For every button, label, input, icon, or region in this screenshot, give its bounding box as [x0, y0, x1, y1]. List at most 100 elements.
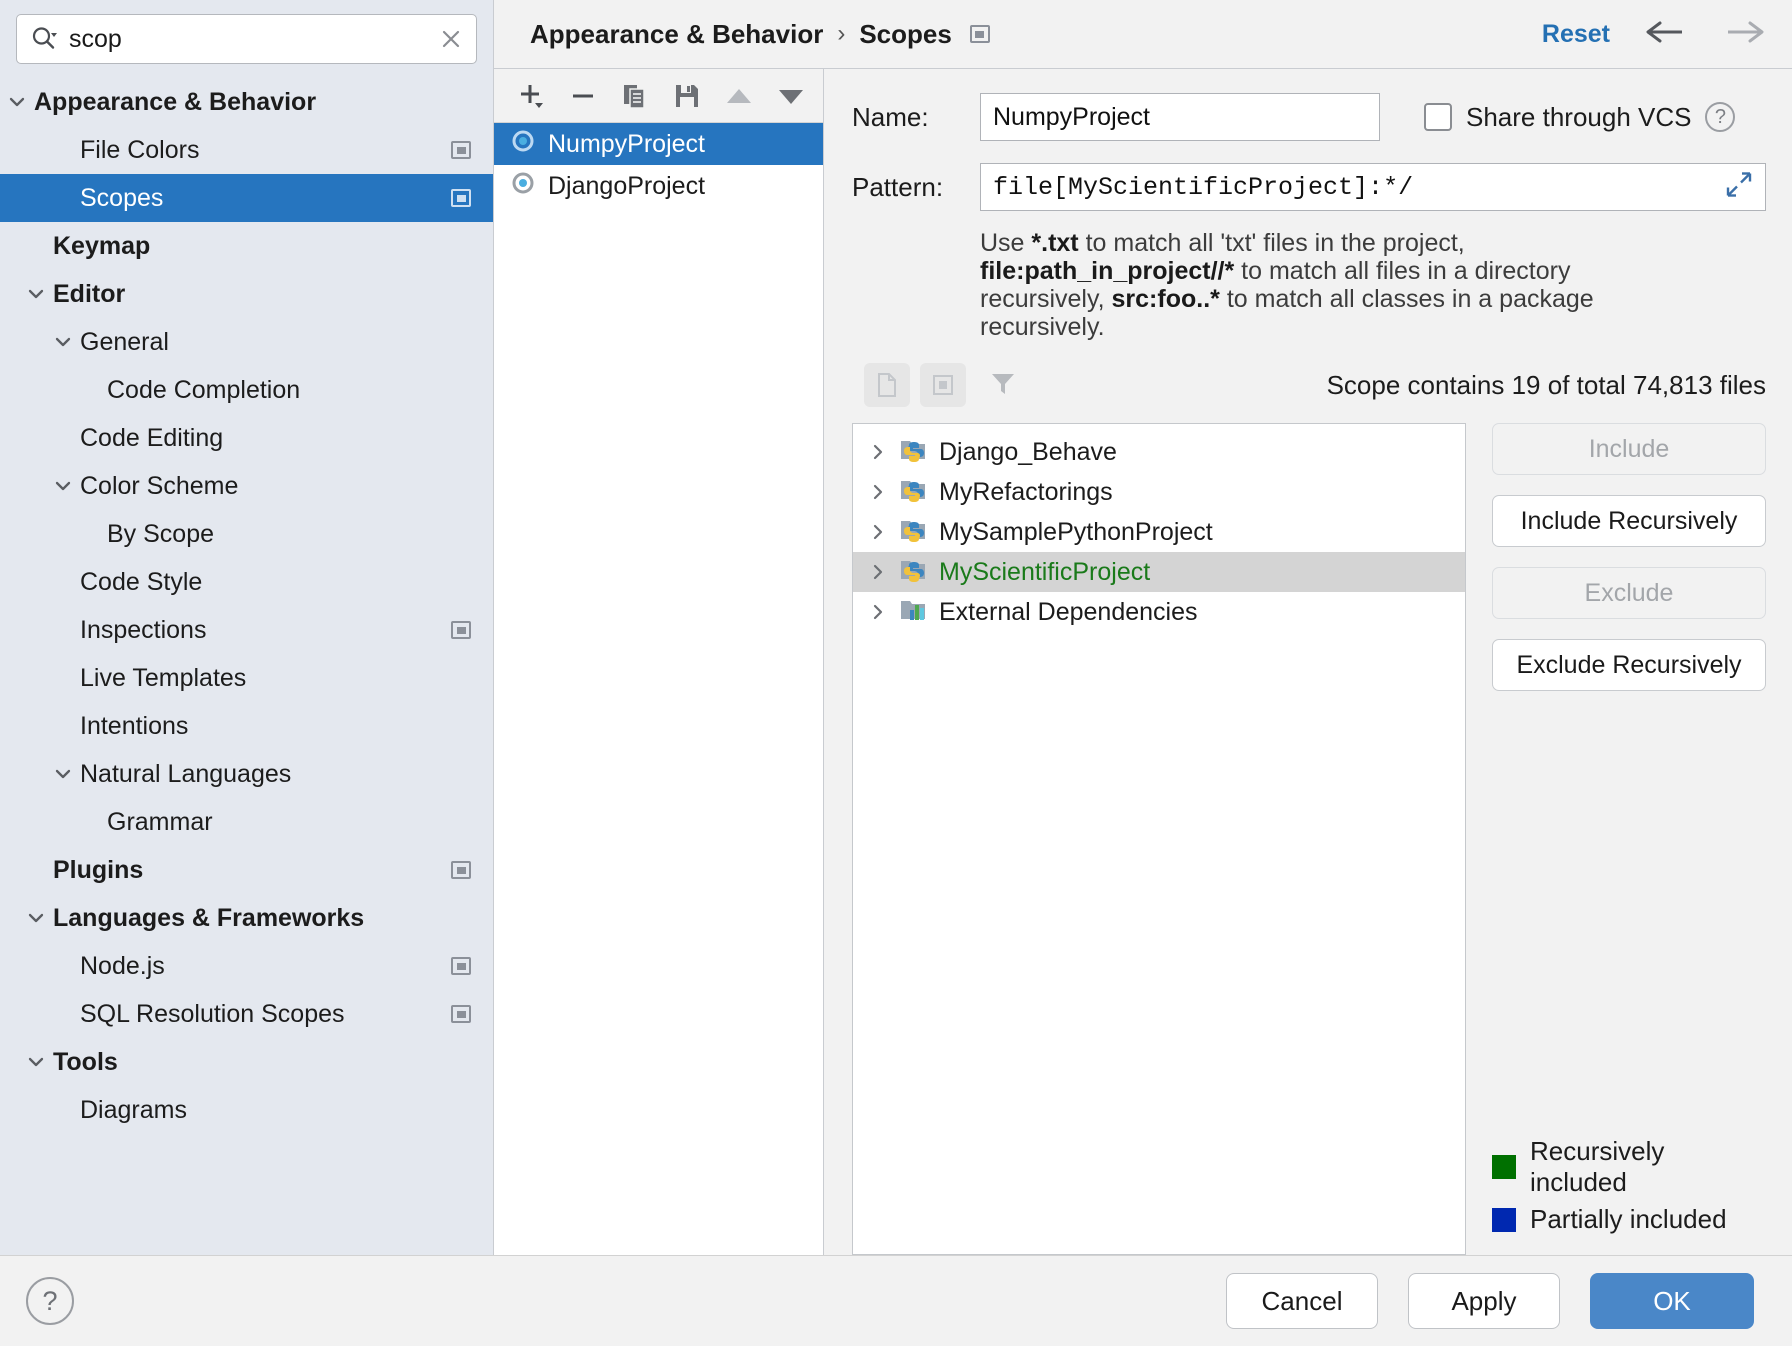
python-folder-icon: [899, 476, 929, 509]
chevron-down-icon[interactable]: [50, 329, 76, 355]
chevron-down-icon[interactable]: [50, 473, 76, 499]
pattern-input-wrap: [980, 163, 1766, 211]
expand-chevron-icon[interactable]: [867, 441, 889, 463]
help-button[interactable]: ?: [26, 1277, 74, 1325]
name-field-row: Name: Share through VCS ?: [852, 93, 1766, 141]
chevron-down-icon[interactable]: [50, 761, 76, 787]
sidebar-tree: Appearance & BehaviorFile Colors Scopes Ke…: [0, 74, 493, 1255]
sidebar-item-node-js[interactable]: Node.js: [0, 942, 493, 990]
sidebar-item-label: Code Editing: [80, 424, 223, 453]
ok-button[interactable]: OK: [1590, 1273, 1754, 1329]
sidebar-item-scopes[interactable]: Scopes: [0, 174, 493, 222]
sidebar-item-live-templates[interactable]: Live Templates: [0, 654, 493, 702]
add-icon[interactable]: [516, 81, 546, 111]
sidebar-item-label: Node.js: [80, 952, 165, 981]
project-file-tree[interactable]: Django_Behave MyRefactorings MySamplePytho…: [852, 423, 1466, 1255]
pattern-hint: Use *.txt to match all 'txt' files in th…: [980, 229, 1740, 341]
back-arrow-icon[interactable]: [1640, 17, 1690, 52]
sidebar-item-plugins[interactable]: Plugins: [0, 846, 493, 894]
scope-name-input[interactable]: [980, 93, 1380, 141]
file-tree-row-label: MyRefactorings: [939, 478, 1113, 507]
file-tree-row[interactable]: MySamplePythonProject: [853, 512, 1465, 552]
share-through-vcs-checkbox[interactable]: [1424, 103, 1452, 131]
file-tree-row-label: MySamplePythonProject: [939, 518, 1213, 547]
sidebar-item-inspections[interactable]: Inspections: [0, 606, 493, 654]
sidebar-item-grammar[interactable]: Grammar: [0, 798, 493, 846]
sidebar-item-general[interactable]: General: [0, 318, 493, 366]
chevron-down-icon[interactable]: [23, 281, 49, 307]
chevron-down-icon[interactable]: [23, 1049, 49, 1075]
settings-badge-icon: [451, 861, 471, 879]
sidebar-item-label: Color Scheme: [80, 472, 238, 501]
sidebar-item-appearance-behavior[interactable]: Appearance & Behavior: [0, 78, 493, 126]
include-recursively-button[interactable]: Include Recursively: [1492, 495, 1766, 547]
scope-list-item[interactable]: NumpyProject: [494, 123, 823, 165]
sidebar-item-editor[interactable]: Editor: [0, 270, 493, 318]
sidebar-item-label: SQL Resolution Scopes: [80, 1000, 345, 1029]
sidebar-item-color-scheme[interactable]: Color Scheme: [0, 462, 493, 510]
sidebar-item-languages-frameworks[interactable]: Languages & Frameworks: [0, 894, 493, 942]
expand-chevron-icon[interactable]: [867, 481, 889, 503]
clear-search-icon[interactable]: [438, 26, 464, 52]
forward-arrow-icon: [1720, 17, 1770, 52]
sidebar-item-code-style[interactable]: Code Style: [0, 558, 493, 606]
copy-icon[interactable]: [620, 81, 650, 111]
apply-button[interactable]: Apply: [1408, 1273, 1560, 1329]
scope-detail-pane: Name: Share through VCS ? Pattern:: [824, 68, 1792, 1255]
move-up-icon[interactable]: [724, 83, 754, 109]
filter-icon[interactable]: [988, 368, 1018, 403]
sidebar-item-diagrams[interactable]: Diagrams: [0, 1086, 493, 1134]
chevron-down-icon[interactable]: [23, 905, 49, 931]
search-input[interactable]: [59, 25, 438, 54]
search-icon: [29, 24, 59, 54]
sidebar-item-code-completion[interactable]: Code Completion: [0, 366, 493, 414]
scope-list: NumpyProject DjangoProject: [494, 123, 823, 1255]
scope-radio-icon: [510, 170, 536, 203]
name-label: Name:: [852, 102, 980, 133]
breadcrumb-parent[interactable]: Appearance & Behavior: [530, 19, 823, 50]
scope-toolbar: [494, 69, 823, 123]
save-icon[interactable]: [672, 81, 702, 111]
file-tree-row[interactable]: External Dependencies: [853, 592, 1465, 632]
remove-icon[interactable]: [568, 81, 598, 111]
sidebar-item-label: Editor: [53, 280, 125, 309]
breadcrumb-current: Scopes: [859, 19, 952, 50]
scope-list-item-label: NumpyProject: [548, 130, 705, 159]
scope-list-item[interactable]: DjangoProject: [494, 165, 823, 207]
sidebar-item-intentions[interactable]: Intentions: [0, 702, 493, 750]
exclude-recursively-button[interactable]: Exclude Recursively: [1492, 639, 1766, 691]
chevron-down-icon[interactable]: [4, 89, 30, 115]
share-help-icon[interactable]: ?: [1705, 102, 1735, 132]
library-folder-icon: [899, 596, 929, 629]
expand-chevron-icon[interactable]: [867, 521, 889, 543]
show-files-icon[interactable]: [864, 363, 910, 407]
file-tree-row[interactable]: Django_Behave: [853, 432, 1465, 472]
sidebar-item-tools[interactable]: Tools: [0, 1038, 493, 1086]
settings-badge-icon: [451, 189, 471, 207]
pattern-label: Pattern:: [852, 172, 980, 203]
sidebar-item-natural-languages[interactable]: Natural Languages: [0, 750, 493, 798]
sidebar-item-keymap[interactable]: Keymap: [0, 222, 493, 270]
sidebar-item-file-colors[interactable]: File Colors: [0, 126, 493, 174]
expand-chevron-icon[interactable]: [867, 601, 889, 623]
move-down-icon[interactable]: [776, 83, 806, 109]
settings-badge-icon: [451, 957, 471, 975]
legend-swatch: [1492, 1155, 1516, 1179]
reset-button[interactable]: Reset: [1542, 20, 1610, 49]
sidebar-item-label: Languages & Frameworks: [53, 904, 364, 933]
sidebar-item-by-scope[interactable]: By Scope: [0, 510, 493, 558]
pattern-field-row: Pattern:: [852, 163, 1766, 211]
pattern-input[interactable]: [980, 163, 1766, 211]
tree-toolbar: Scope contains 19 of total 74,813 files: [852, 363, 1766, 407]
group-by-module-icon[interactable]: [920, 363, 966, 407]
sidebar-item-sql-resolution-scopes[interactable]: SQL Resolution Scopes: [0, 990, 493, 1038]
sidebar-item-code-editing[interactable]: Code Editing: [0, 414, 493, 462]
file-tree-row[interactable]: MyRefactorings: [853, 472, 1465, 512]
expand-chevron-icon[interactable]: [867, 561, 889, 583]
file-tree-row[interactable]: MyScientificProject: [853, 552, 1465, 592]
expand-editor-icon[interactable]: [1724, 170, 1754, 205]
search-box[interactable]: [16, 14, 477, 64]
settings-badge-icon: [451, 141, 471, 159]
cancel-button[interactable]: Cancel: [1226, 1273, 1378, 1329]
sidebar-item-label: Scopes: [80, 184, 163, 213]
